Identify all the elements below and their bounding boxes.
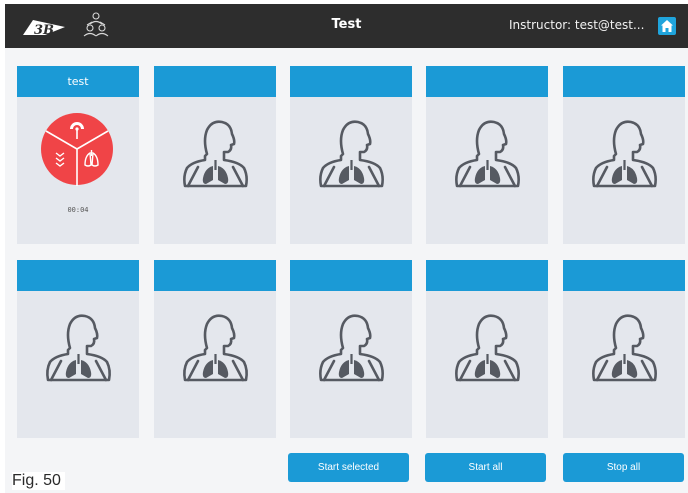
card-header: [290, 66, 412, 97]
session-status-icon: [41, 113, 113, 186]
manikin-card-1[interactable]: test 00:04: [17, 66, 139, 244]
card-header: [563, 66, 685, 97]
card-header: [290, 260, 412, 291]
mannequin-lungs-icon: [46, 314, 111, 382]
manikin-card-5[interactable]: [563, 66, 685, 244]
mannequin-lungs-icon: [455, 314, 520, 382]
home-icon: [661, 20, 673, 32]
session-timer: 00:04: [67, 206, 89, 214]
home-button[interactable]: [658, 17, 676, 35]
mannequin-lungs-icon: [592, 120, 657, 188]
top-bar: 3B Test Instructor: test@test....: [5, 4, 688, 48]
instructor-label: Instructor: test@test....: [509, 18, 645, 32]
card-header: [17, 260, 139, 291]
manikin-card-4[interactable]: [426, 66, 548, 244]
start-selected-button[interactable]: Start selected: [288, 453, 409, 482]
stop-all-button[interactable]: Stop all: [563, 453, 684, 482]
mannequin-lungs-icon: [592, 314, 657, 382]
mannequin-lungs-icon: [455, 120, 520, 188]
card-header: [563, 260, 685, 291]
mannequin-lungs-icon: [183, 120, 248, 188]
card-header: test: [17, 66, 139, 97]
manikin-card-3[interactable]: [290, 66, 412, 244]
card-header: [426, 66, 548, 97]
figure-caption: Fig. 50: [12, 472, 65, 490]
manikin-card-6[interactable]: [17, 260, 139, 438]
manikin-card-7[interactable]: [154, 260, 276, 438]
card-header: [426, 260, 548, 291]
manikin-card-10[interactable]: [563, 260, 685, 438]
mannequin-lungs-icon: [319, 120, 384, 188]
manikin-card-2[interactable]: [154, 66, 276, 244]
manikin-card-9[interactable]: [426, 260, 548, 438]
mannequin-lungs-icon: [183, 314, 248, 382]
mannequin-lungs-icon: [319, 314, 384, 382]
start-all-button[interactable]: Start all: [425, 453, 546, 482]
card-header: [154, 260, 276, 291]
card-header: [154, 66, 276, 97]
manikin-card-8[interactable]: [290, 260, 412, 438]
